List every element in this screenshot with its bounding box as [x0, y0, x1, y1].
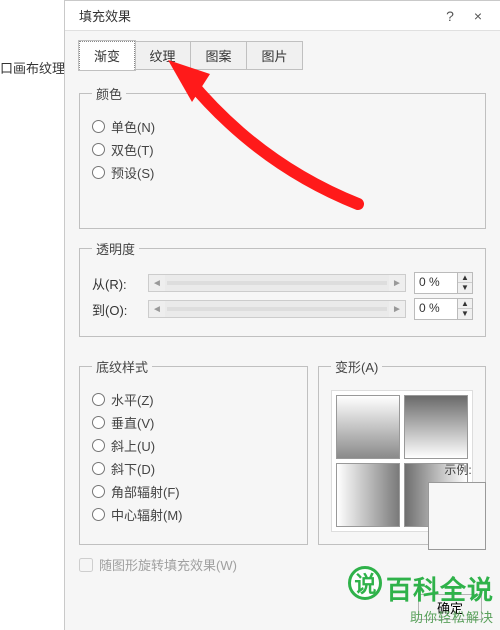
to-label: 到(O):	[92, 300, 140, 319]
radio-one-color-label: 单色(N)	[111, 117, 155, 136]
radio-vertical-input[interactable]	[92, 416, 105, 429]
to-slider-rail[interactable]	[167, 307, 387, 311]
from-slider-rail[interactable]	[167, 281, 387, 285]
dialog-title: 填充效果	[73, 6, 436, 25]
radio-preset-input[interactable]	[92, 166, 105, 179]
variant-swatch-3[interactable]	[336, 463, 400, 527]
radio-center-label: 中心辐射(M)	[111, 505, 183, 524]
tab-gradient[interactable]: 渐变	[79, 41, 135, 70]
radio-horizontal[interactable]: 水平(Z)	[92, 390, 295, 409]
color-legend: 颜色	[92, 84, 126, 103]
color-group: 颜色 单色(N) 双色(T) 预设(S)	[79, 84, 486, 229]
ok-button[interactable]: 确定	[418, 594, 482, 620]
to-spinner: 0 % ▲ ▼	[414, 298, 473, 320]
dialog-buttons: 确定	[418, 594, 482, 620]
to-spin-up[interactable]: ▲	[458, 299, 472, 309]
rotate-with-shape[interactable]: 随图形旋转填充效果(W)	[79, 555, 486, 574]
to-spin-down[interactable]: ▼	[458, 309, 472, 319]
sample-label: 示例:	[428, 461, 488, 478]
from-spinner: 0 % ▲ ▼	[414, 272, 473, 294]
sample-area: 示例:	[428, 461, 488, 550]
tab-strip: 渐变 纹理 图案 图片	[65, 31, 500, 70]
rotate-label: 随图形旋转填充效果(W)	[99, 555, 237, 574]
dialog-titlebar: 填充效果 ? ×	[65, 1, 500, 31]
radio-center[interactable]: 中心辐射(M)	[92, 505, 295, 524]
to-value[interactable]: 0 %	[414, 298, 458, 320]
chevron-right-icon[interactable]: ►	[389, 275, 405, 291]
radio-diag-up-label: 斜上(U)	[111, 436, 155, 455]
radio-preset-label: 预设(S)	[111, 163, 154, 182]
variant-legend: 变形(A)	[331, 357, 382, 376]
shading-style-legend: 底纹样式	[92, 357, 152, 376]
radio-diag-up-input[interactable]	[92, 439, 105, 452]
radio-vertical[interactable]: 垂直(V)	[92, 413, 295, 432]
radio-corner-input[interactable]	[92, 485, 105, 498]
chevron-left-icon[interactable]: ◄	[149, 301, 165, 317]
radio-two-color-input[interactable]	[92, 143, 105, 156]
transparency-from-row: 从(R): ◄ ► 0 % ▲ ▼	[92, 272, 473, 294]
radio-one-color[interactable]: 单色(N)	[92, 117, 473, 136]
transparency-to-row: 到(O): ◄ ► 0 % ▲ ▼	[92, 298, 473, 320]
help-button[interactable]: ?	[436, 8, 464, 24]
radio-corner-label: 角部辐射(F)	[111, 482, 180, 501]
radio-diag-down-input[interactable]	[92, 462, 105, 475]
sample-preview	[428, 482, 486, 550]
transparency-legend: 透明度	[92, 239, 139, 258]
radio-one-color-input[interactable]	[92, 120, 105, 133]
to-slider[interactable]: ◄ ►	[148, 300, 406, 318]
radio-diag-up[interactable]: 斜上(U)	[92, 436, 295, 455]
chevron-right-icon[interactable]: ►	[389, 301, 405, 317]
from-value[interactable]: 0 %	[414, 272, 458, 294]
chevron-left-icon[interactable]: ◄	[149, 275, 165, 291]
radio-preset[interactable]: 预设(S)	[92, 163, 473, 182]
from-spin-down[interactable]: ▼	[458, 283, 472, 293]
close-button[interactable]: ×	[464, 8, 492, 24]
tab-texture[interactable]: 纹理	[135, 41, 191, 70]
radio-two-color-label: 双色(T)	[111, 140, 154, 159]
variant-swatch-2[interactable]	[404, 395, 468, 459]
rotate-checkbox[interactable]	[79, 558, 93, 572]
radio-vertical-label: 垂直(V)	[111, 413, 154, 432]
radio-diag-down-label: 斜下(D)	[111, 459, 155, 478]
tab-pattern[interactable]: 图案	[191, 41, 247, 70]
radio-corner[interactable]: 角部辐射(F)	[92, 482, 295, 501]
radio-horizontal-label: 水平(Z)	[111, 390, 154, 409]
radio-center-input[interactable]	[92, 508, 105, 521]
fill-effects-dialog: 填充效果 ? × 渐变 纹理 图案 图片 颜色 单色(N) 双色(T) 预设(S…	[64, 0, 500, 630]
from-spin-up[interactable]: ▲	[458, 273, 472, 283]
from-slider[interactable]: ◄ ►	[148, 274, 406, 292]
tab-picture[interactable]: 图片	[247, 41, 303, 70]
transparency-group: 透明度 从(R): ◄ ► 0 % ▲ ▼ 到(O):	[79, 239, 486, 337]
from-label: 从(R):	[92, 274, 140, 293]
radio-diag-down[interactable]: 斜下(D)	[92, 459, 295, 478]
radio-horizontal-input[interactable]	[92, 393, 105, 406]
radio-two-color[interactable]: 双色(T)	[92, 140, 473, 159]
variant-swatch-1[interactable]	[336, 395, 400, 459]
shading-style-group: 底纹样式 水平(Z) 垂直(V) 斜上(U) 斜下(D)	[79, 357, 308, 545]
